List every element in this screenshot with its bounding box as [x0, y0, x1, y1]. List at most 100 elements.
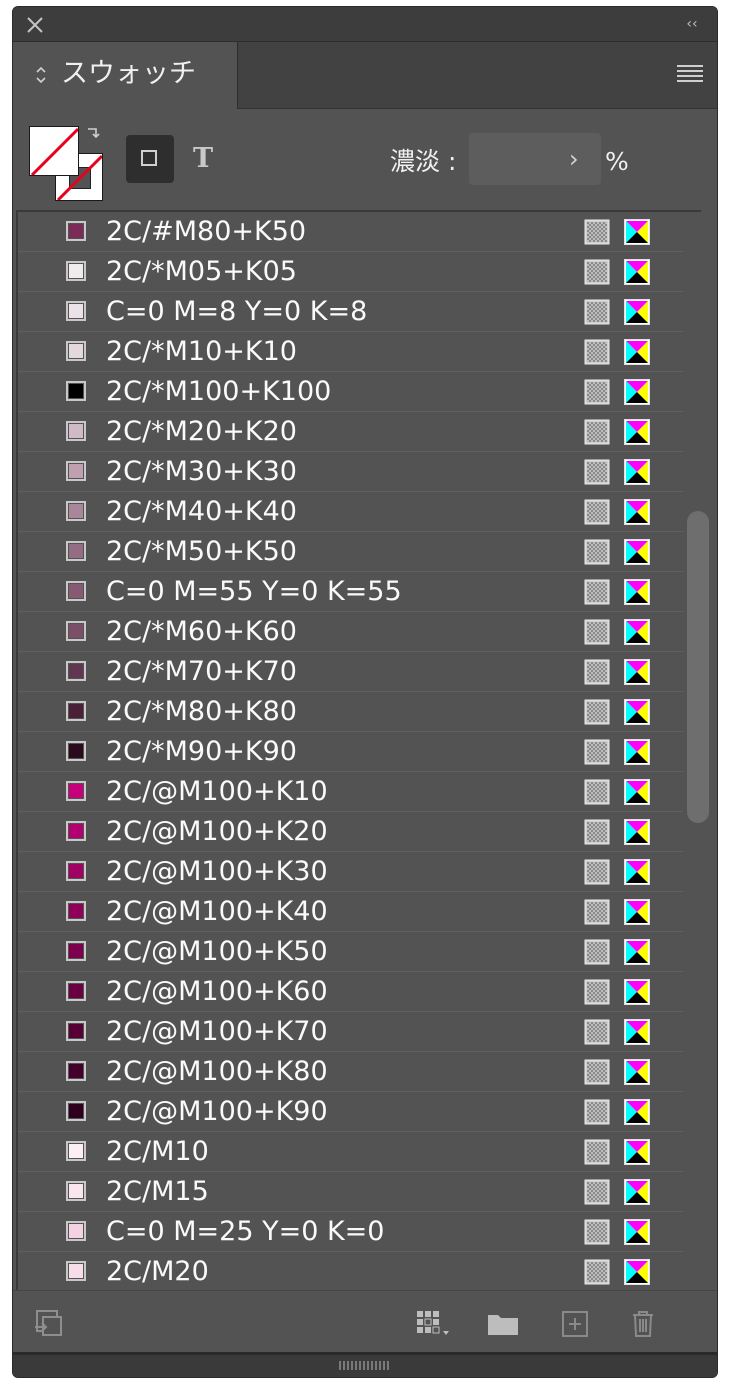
- swatch-color-chip: [66, 1261, 86, 1281]
- tab-swatches[interactable]: スウォッチ: [13, 42, 238, 109]
- cmyk-mode-icon: [624, 259, 650, 285]
- new-swatch-icon[interactable]: [559, 1307, 591, 1339]
- apply-to-text-button[interactable]: T: [185, 135, 221, 183]
- cmyk-mode-icon: [624, 939, 650, 965]
- swatch-color-chip: [66, 781, 86, 801]
- swatch-row[interactable]: 2C/@M100+K80: [18, 1052, 683, 1092]
- swatch-row[interactable]: 2C/@M100+K10: [18, 772, 683, 812]
- cmyk-mode-icon: [624, 619, 650, 645]
- spot-color-icon: [584, 1219, 610, 1245]
- swatch-row[interactable]: 2C/*M30+K30: [18, 452, 683, 492]
- swatch-color-chip: [66, 1221, 86, 1241]
- panel-resize-grip[interactable]: [13, 1352, 717, 1377]
- swatch-color-fill: [69, 984, 83, 998]
- swatch-row[interactable]: 2C/*M05+K05: [18, 252, 683, 292]
- swatch-row[interactable]: 2C/M15: [18, 1172, 683, 1212]
- swatch-row[interactable]: 2C/*M60+K60: [18, 612, 683, 652]
- spot-color-icon: [584, 1259, 610, 1285]
- cmyk-mode-icon: [624, 579, 650, 605]
- spot-color-icon: [584, 859, 610, 885]
- swatch-row[interactable]: 2C/@M100+K50: [18, 932, 683, 972]
- spot-color-icon: [584, 419, 610, 445]
- swatch-row[interactable]: 2C/@M100+K70: [18, 1012, 683, 1052]
- swatch-name: 2C/*M30+K30: [106, 456, 297, 487]
- apply-to-container-button[interactable]: [126, 135, 174, 183]
- swatch-name: 2C/*M20+K20: [106, 416, 297, 447]
- swatch-row[interactable]: 2C/*M100+K100: [18, 372, 683, 412]
- swatch-color-fill: [69, 224, 83, 238]
- spot-color-icon: [584, 1139, 610, 1165]
- spot-color-icon: [584, 1019, 610, 1045]
- swatch-row[interactable]: 2C/@M100+K90: [18, 1092, 683, 1132]
- swatch-row[interactable]: 2C/*M40+K40: [18, 492, 683, 532]
- swatch-name: 2C/@M100+K50: [106, 936, 328, 967]
- swatch-row[interactable]: 2C/*M20+K20: [18, 412, 683, 452]
- hamburger-menu-icon[interactable]: [677, 65, 703, 85]
- swatch-row[interactable]: 2C/M20: [18, 1252, 683, 1290]
- trash-icon[interactable]: [627, 1307, 659, 1339]
- swatch-name: 2C/*M90+K90: [106, 736, 297, 767]
- spot-color-icon: [584, 379, 610, 405]
- cmyk-mode-icon: [624, 1179, 650, 1205]
- spot-color-icon: [584, 1179, 610, 1205]
- spot-color-icon: [584, 979, 610, 1005]
- swatch-color-chip: [66, 701, 86, 721]
- swatch-row[interactable]: 2C/*M70+K70: [18, 652, 683, 692]
- swatch-row[interactable]: 2C/@M100+K30: [18, 852, 683, 892]
- cmyk-mode-icon: [624, 539, 650, 565]
- tab-collapse-arrows-icon[interactable]: [35, 64, 47, 86]
- swatch-row[interactable]: 2C/*M80+K80: [18, 692, 683, 732]
- swatch-color-chip: [66, 221, 86, 241]
- swatch-color-fill: [69, 624, 83, 638]
- swatch-row[interactable]: 2C/*M50+K50: [18, 532, 683, 572]
- close-icon[interactable]: [25, 15, 45, 35]
- fill-swatch[interactable]: [29, 126, 79, 176]
- swatch-row[interactable]: C=0 M=55 Y=0 K=55: [18, 572, 683, 612]
- swatch-name: 2C/*M05+K05: [106, 256, 297, 287]
- swatch-row[interactable]: 2C/*M90+K90: [18, 732, 683, 772]
- spot-color-icon: [584, 1059, 610, 1085]
- scrollbar-thumb[interactable]: [687, 511, 709, 823]
- new-color-group-icon[interactable]: [485, 1307, 521, 1339]
- swatch-color-fill: [69, 584, 83, 598]
- show-swatch-kinds-icon[interactable]: [415, 1307, 455, 1339]
- collapse-double-chevron-icon[interactable]: ‹‹: [681, 15, 703, 33]
- spot-color-icon: [584, 299, 610, 325]
- swatch-color-fill: [69, 464, 83, 478]
- swatch-name: 2C/@M100+K10: [106, 776, 328, 807]
- swatch-color-chip: [66, 861, 86, 881]
- swatch-row[interactable]: 2C/@M100+K60: [18, 972, 683, 1012]
- tint-slider-arrow-icon[interactable]: ›: [569, 145, 579, 173]
- swatch-name: 2C/@M100+K30: [106, 856, 328, 887]
- swatch-color-fill: [69, 344, 83, 358]
- swatch-color-chip: [66, 821, 86, 841]
- swatch-row[interactable]: 2C/#M80+K50: [18, 212, 683, 252]
- scrollbar[interactable]: [685, 211, 711, 1290]
- swatch-name: C=0 M=8 Y=0 K=8: [106, 296, 368, 327]
- cmyk-mode-icon: [624, 419, 650, 445]
- swatch-list: 2C/#M80+K50 2C/*M05+K05 C=0 M=8 Y=0 K=8 2C/…: [16, 210, 701, 1290]
- swatch-row[interactable]: 2C/@M100+K20: [18, 812, 683, 852]
- swatch-row[interactable]: 2C/@M100+K40: [18, 892, 683, 932]
- swap-fill-stroke-icon[interactable]: [85, 125, 101, 141]
- swatch-row[interactable]: C=0 M=25 Y=0 K=0: [18, 1212, 683, 1252]
- place-swatches-icon[interactable]: [33, 1307, 65, 1339]
- swatch-row[interactable]: C=0 M=8 Y=0 K=8: [18, 292, 683, 332]
- spot-color-icon: [584, 459, 610, 485]
- cmyk-mode-icon: [624, 819, 650, 845]
- spot-color-icon: [584, 659, 610, 685]
- spot-color-icon: [584, 579, 610, 605]
- swatch-color-fill: [69, 1184, 83, 1198]
- cmyk-mode-icon: [624, 459, 650, 485]
- swatch-name: 2C/@M100+K80: [106, 1056, 328, 1087]
- swatch-color-fill: [69, 704, 83, 718]
- swatch-name: 2C/*M100+K100: [106, 376, 332, 407]
- swatch-color-chip: [66, 661, 86, 681]
- tint-input[interactable]: [469, 133, 601, 185]
- swatch-row[interactable]: 2C/*M10+K10: [18, 332, 683, 372]
- swatch-color-fill: [69, 384, 83, 398]
- swatch-color-fill: [69, 824, 83, 838]
- swatch-row[interactable]: 2C/M10: [18, 1132, 683, 1172]
- cmyk-mode-icon: [624, 899, 650, 925]
- swatch-name: 2C/*M80+K80: [106, 696, 297, 727]
